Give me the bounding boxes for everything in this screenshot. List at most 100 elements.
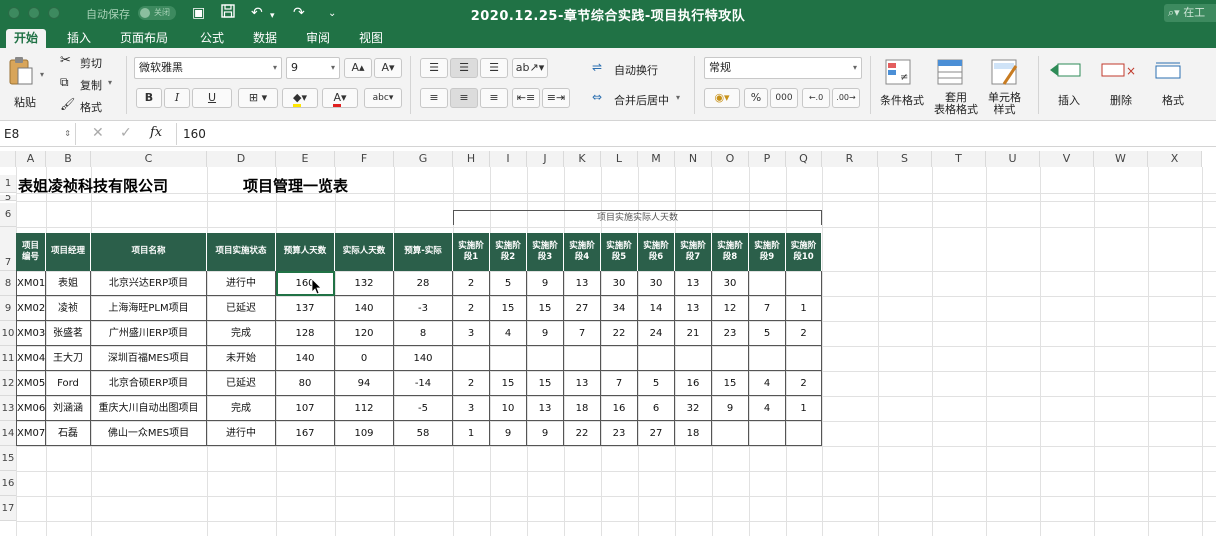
- table-cell[interactable]: 完成: [207, 321, 276, 346]
- column-header-V[interactable]: V: [1040, 151, 1094, 167]
- table-cell[interactable]: 9: [527, 421, 564, 446]
- row-header-6[interactable]: 6: [0, 203, 16, 227]
- table-cell[interactable]: 120: [335, 321, 394, 346]
- table-cell[interactable]: 107: [276, 396, 335, 421]
- tab-data[interactable]: 数据: [245, 29, 285, 48]
- table-cell[interactable]: 凌祯: [46, 296, 91, 321]
- table-cell[interactable]: 94: [335, 371, 394, 396]
- table-cell[interactable]: 广州盛川ERP项目: [91, 321, 207, 346]
- tab-insert[interactable]: 插入: [59, 29, 99, 48]
- table-cell[interactable]: [749, 421, 786, 446]
- table-cell[interactable]: 137: [276, 296, 335, 321]
- table-cell[interactable]: 已延迟: [207, 371, 276, 396]
- table-cell[interactable]: XM01: [16, 271, 46, 296]
- search-box[interactable]: ⌕▾ 在工: [1164, 4, 1216, 22]
- decrease-font-button[interactable]: A▾: [374, 58, 402, 78]
- column-header-A[interactable]: A: [16, 151, 46, 167]
- column-header-F[interactable]: F: [335, 151, 394, 167]
- table-cell[interactable]: 4: [749, 396, 786, 421]
- italic-button[interactable]: I: [164, 88, 190, 108]
- table-cell[interactable]: 4: [490, 321, 527, 346]
- table-cell[interactable]: 7: [749, 296, 786, 321]
- table-cell[interactable]: -5: [394, 396, 453, 421]
- table-cell[interactable]: 完成: [207, 396, 276, 421]
- enter-icon[interactable]: ✓: [120, 125, 132, 141]
- table-cell[interactable]: 王大刀: [46, 346, 91, 371]
- table-cell[interactable]: XM07: [16, 421, 46, 446]
- table-cell[interactable]: [638, 346, 675, 371]
- row-header-15[interactable]: 15: [0, 446, 16, 471]
- table-cell[interactable]: 22: [601, 321, 638, 346]
- table-cell[interactable]: 张盛茗: [46, 321, 91, 346]
- table-cell[interactable]: 2: [786, 321, 822, 346]
- table-header-cell[interactable]: 实施阶 段8: [712, 233, 749, 271]
- table-cell[interactable]: XM03: [16, 321, 46, 346]
- table-cell[interactable]: 167: [276, 421, 335, 446]
- row-header-11[interactable]: 11: [0, 346, 16, 371]
- tab-view[interactable]: 视图: [351, 29, 391, 48]
- table-cell[interactable]: [712, 421, 749, 446]
- table-cell[interactable]: 21: [675, 321, 712, 346]
- table-header-cell[interactable]: 预算-实际: [394, 233, 453, 271]
- font-name-select[interactable]: 微软雅黑 ▾: [134, 57, 282, 79]
- column-header-B[interactable]: B: [46, 151, 91, 167]
- table-cell[interactable]: 7: [601, 371, 638, 396]
- selected-cell[interactable]: 160: [276, 271, 335, 296]
- column-header-E[interactable]: E: [276, 151, 335, 167]
- accounting-format-button[interactable]: ◉▾: [704, 88, 740, 108]
- increase-decimal-button[interactable]: ←.0: [802, 88, 830, 108]
- row-header-9[interactable]: 9: [0, 296, 16, 321]
- row-header-8[interactable]: 8: [0, 271, 16, 296]
- table-header-cell[interactable]: 实施阶 段6: [638, 233, 675, 271]
- table-cell[interactable]: [527, 346, 564, 371]
- table-cell[interactable]: 58: [394, 421, 453, 446]
- table-cell[interactable]: 1: [453, 421, 490, 446]
- column-header-D[interactable]: D: [207, 151, 276, 167]
- row-header-14[interactable]: 14: [0, 421, 16, 446]
- delete-cells-button[interactable]: × 删除: [1098, 56, 1144, 116]
- column-header-P[interactable]: P: [749, 151, 786, 167]
- align-left-button[interactable]: ≡: [420, 88, 448, 108]
- tab-review[interactable]: 审阅: [298, 29, 338, 48]
- table-cell[interactable]: 15: [490, 371, 527, 396]
- table-cell[interactable]: 13: [564, 371, 601, 396]
- table-cell[interactable]: XM06: [16, 396, 46, 421]
- table-cell[interactable]: 石磊: [46, 421, 91, 446]
- decrease-indent-button[interactable]: ⇤≡: [512, 88, 540, 108]
- table-cell[interactable]: 30: [638, 271, 675, 296]
- column-header-R[interactable]: R: [822, 151, 878, 167]
- table-cell[interactable]: [786, 346, 822, 371]
- table-cell[interactable]: 28: [394, 271, 453, 296]
- table-cell[interactable]: 2: [453, 271, 490, 296]
- table-cell[interactable]: [749, 346, 786, 371]
- table-cell[interactable]: 2: [786, 371, 822, 396]
- column-header-L[interactable]: L: [601, 151, 638, 167]
- table-cell[interactable]: XM02: [16, 296, 46, 321]
- row-header-16[interactable]: 16: [0, 471, 16, 496]
- column-header-Q[interactable]: Q: [786, 151, 822, 167]
- insert-cells-button[interactable]: 插入: [1046, 56, 1092, 116]
- table-cell[interactable]: 132: [335, 271, 394, 296]
- table-cell[interactable]: 10: [490, 396, 527, 421]
- font-size-select[interactable]: 9 ▾: [286, 57, 340, 79]
- table-cell[interactable]: [601, 346, 638, 371]
- table-cell[interactable]: 重庆大川自动出图项目: [91, 396, 207, 421]
- table-cell[interactable]: [712, 346, 749, 371]
- row-header-12[interactable]: 12: [0, 371, 16, 396]
- table-header-cell[interactable]: 项目经理: [46, 233, 91, 271]
- borders-button[interactable]: ⊞ ▾: [238, 88, 278, 108]
- table-cell[interactable]: 24: [638, 321, 675, 346]
- cell-styles-button[interactable]: 单元格 样式: [984, 56, 1034, 118]
- column-header-U[interactable]: U: [986, 151, 1040, 167]
- table-cell[interactable]: 2: [453, 371, 490, 396]
- increase-font-button[interactable]: A▴: [344, 58, 372, 78]
- tab-formulas[interactable]: 公式: [192, 29, 232, 48]
- bold-button[interactable]: B: [136, 88, 162, 108]
- table-title[interactable]: 项目管理一览表: [243, 175, 348, 196]
- table-cell[interactable]: [786, 421, 822, 446]
- underline-button[interactable]: U: [192, 88, 232, 108]
- table-cell[interactable]: 16: [675, 371, 712, 396]
- table-cell[interactable]: 1: [786, 296, 822, 321]
- table-cell[interactable]: Ford: [46, 371, 91, 396]
- column-header-M[interactable]: M: [638, 151, 675, 167]
